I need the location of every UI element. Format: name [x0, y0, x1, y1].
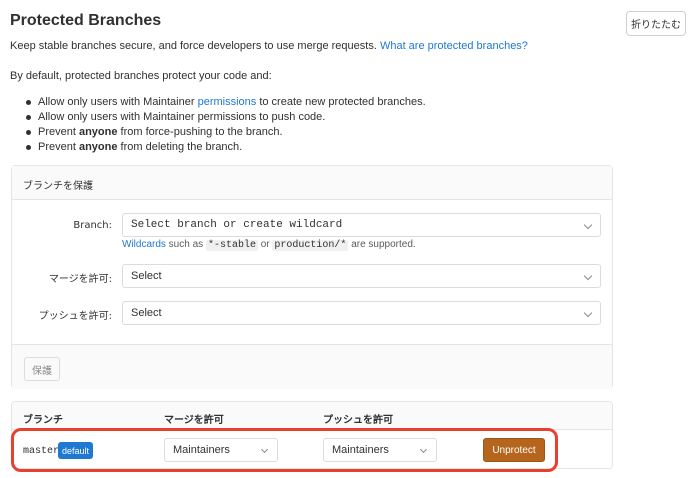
push-access-dropdown[interactable]: Maintainers [323, 438, 437, 462]
protected-branches-table: ブランチ マージを許可 プッシュを許可 master default Maint… [11, 401, 613, 469]
branch-label: Branch: [73, 220, 112, 231]
rule-item: Allow only users with Maintainer permiss… [26, 110, 426, 125]
hint-text: are supported. [348, 239, 416, 250]
column-header-branch: ブランチ [23, 415, 63, 426]
page-subtitle: Keep stable branches secure, and force d… [10, 40, 528, 52]
form-header: ブランチを保護 [12, 166, 612, 200]
merge-access-dropdown[interactable]: Maintainers [164, 438, 278, 462]
unprotect-button[interactable]: Unprotect [483, 438, 545, 462]
rule-item: Prevent anyone from deleting the branch. [26, 140, 426, 155]
rule-item: Prevent anyone from force-pushing to the… [26, 125, 426, 140]
rule-emphasis: anyone [78, 126, 118, 138]
merge-select[interactable]: Select [122, 264, 601, 288]
branch-select[interactable]: Select branch or create wildcard [122, 213, 601, 237]
rule-text: to create new protected branches. [256, 96, 426, 108]
default-badge: default [58, 442, 94, 459]
help-link[interactable]: What are protected branches? [380, 40, 528, 52]
rule-item: Allow only users with Maintainer permiss… [26, 95, 426, 110]
table-row: master default Maintainers Maintainers U… [12, 430, 612, 468]
push-label: プッシュを許可: [38, 311, 112, 322]
chevron-down-icon [583, 220, 593, 230]
collapse-button[interactable]: 折りたたむ [626, 11, 686, 36]
chevron-down-icon [583, 308, 593, 318]
hint-text: such as [165, 239, 206, 250]
rule-text: Allow only users with Maintainer permiss… [38, 111, 326, 123]
hint-text: or [257, 239, 273, 250]
hint-code: *-stable [205, 240, 258, 251]
chevron-down-icon [583, 271, 593, 281]
rule-emphasis: anyone [78, 141, 118, 153]
permissions-link[interactable]: permissions [198, 96, 257, 108]
hint-code: production/* [272, 240, 349, 251]
column-header-merge: マージを許可 [164, 415, 224, 426]
protect-button[interactable]: 保護 [24, 357, 60, 381]
protect-branch-form: ブランチを保護 Branch: Select branch or create … [11, 165, 613, 389]
rule-text: Allow only users with Maintainer [38, 96, 198, 108]
branch-name: master [23, 446, 60, 457]
rules-list: Allow only users with Maintainer permiss… [26, 95, 426, 155]
wildcards-link[interactable]: Wildcards [122, 239, 166, 250]
push-select-value: Select [131, 307, 162, 319]
form-footer: 保護 [12, 344, 612, 389]
chevron-down-icon [260, 445, 269, 454]
merge-label: マージを許可: [48, 274, 112, 285]
page-title: Protected Branches [10, 12, 162, 29]
table-header: ブランチ マージを許可 プッシュを許可 [12, 402, 612, 430]
wildcard-hint: Wildcards such as *-stable or production… [122, 239, 416, 251]
rule-text: Prevent [38, 141, 79, 153]
merge-select-value: Select [131, 270, 162, 282]
rule-text: from deleting the branch. [117, 141, 243, 153]
rule-text: Prevent [38, 126, 79, 138]
merge-access-value: Maintainers [173, 444, 230, 456]
rule-text: from force-pushing to the branch. [117, 126, 283, 138]
branch-select-placeholder: Select branch or create wildcard [131, 219, 343, 231]
intro-text: By default, protected branches protect y… [10, 70, 272, 82]
push-select[interactable]: Select [122, 301, 601, 325]
subtitle-text: Keep stable branches secure, and force d… [10, 40, 377, 52]
column-header-push: プッシュを許可 [323, 415, 393, 426]
chevron-down-icon [419, 445, 428, 454]
push-access-value: Maintainers [332, 444, 389, 456]
